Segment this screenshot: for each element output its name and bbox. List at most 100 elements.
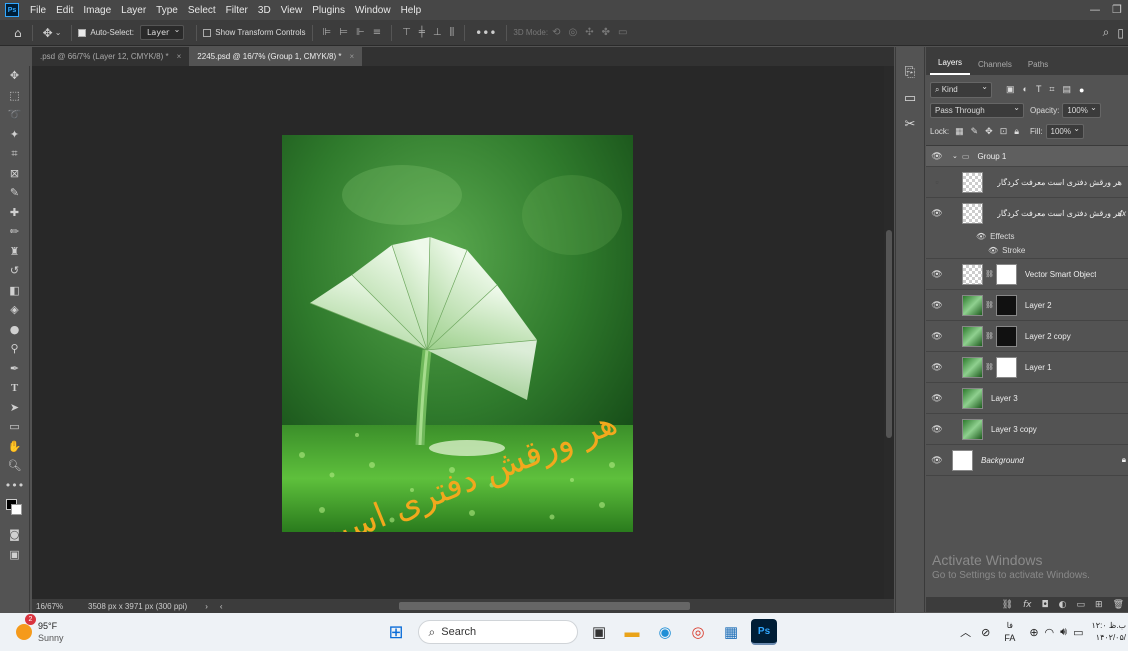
search-box[interactable]: ⌕ Search [417,620,578,644]
layer-mask-thumbnail[interactable] [995,294,1017,316]
effects-row[interactable]: 👁︎ Effects [926,229,1128,243]
visibility-eye-icon[interactable]: 👁︎ [926,269,948,280]
layer-mask-thumbnail[interactable] [995,263,1017,285]
dodge-tool-icon[interactable]: ⚲ [0,339,29,359]
visibility-eye-icon[interactable]: 👁︎ [926,455,948,466]
layer-row-calligraphy-1[interactable]: ▫ هر ورقش دفتری است معرفت کردگار [926,167,1128,198]
healing-brush-icon[interactable]: ✚ [0,203,29,223]
tools-panel-icon[interactable]: ✂ [896,111,924,137]
align-bottom-icon[interactable]: ⊥ [433,27,442,38]
eraser-icon[interactable]: ◧ [0,281,29,301]
chevron-down-icon[interactable]: ⌄ [952,152,958,160]
more-tools-icon[interactable]: ••• [0,476,29,496]
opacity-input[interactable]: 100% [1062,103,1101,118]
menu-image[interactable]: Image [78,5,116,16]
visibility-eye-icon[interactable]: ▫ [926,177,948,187]
file-explorer-icon[interactable]: ▬ [619,619,645,645]
document-canvas[interactable]: هر ورقش دفتری است معرفت کردگار [282,135,633,532]
menu-help[interactable]: Help [396,5,427,16]
fx-icon[interactable]: fx [1120,209,1126,218]
crop-tool-icon[interactable]: ⌗ [0,144,29,164]
more-options-icon[interactable]: ••• [475,26,496,40]
auto-select-target-dropdown[interactable]: Layer [139,25,185,40]
marquee-tool-icon[interactable]: ⬚ [0,86,29,106]
menu-edit[interactable]: Edit [51,5,78,16]
pen-tool-icon[interactable]: ✒ [0,359,29,379]
new-layer-icon[interactable]: ⊞ [1095,600,1103,610]
layer-row-calligraphy-2[interactable]: 👁︎ هر ورقش دفتری است معرفت کردگار fx [926,198,1128,229]
menu-file[interactable]: File [25,5,51,16]
visibility-eye-icon[interactable]: 👁︎ [926,151,948,162]
layer-row-layer-3-copy[interactable]: 👁︎ Layer 3 copy [926,414,1128,445]
language-indicator[interactable]: فا FA [1004,620,1015,644]
layer-row-vector-smart-object[interactable]: 👁︎ ⛓ Vector Smart Object [926,259,1128,290]
filter-toggle-icon[interactable]: ● [1079,85,1084,95]
task-view-icon[interactable]: ▣ [586,619,612,645]
comments-panel-icon[interactable]: ▭ [896,85,924,111]
visibility-eye-icon[interactable]: 👁︎ [926,393,948,404]
auto-select-checkbox[interactable] [78,28,87,37]
battery-icon[interactable]: ▭ [1073,626,1083,639]
align-middle-icon[interactable]: ╪ [419,27,425,38]
background-color-swatch[interactable] [11,504,22,515]
close-icon[interactable]: × [350,52,355,61]
delete-layer-icon[interactable]: 🗑︎ [1113,600,1124,610]
menu-type[interactable]: Type [151,5,183,16]
visibility-eye-icon[interactable]: 👁︎ [926,300,948,311]
visibility-eye-icon[interactable]: 👁︎ [926,331,948,342]
home-icon[interactable]: ⌂ [14,26,22,40]
layer-row-layer-3[interactable]: 👁︎ Layer 3 [926,383,1128,414]
visibility-eye-icon[interactable]: 👁︎ [926,424,948,435]
align-left-icon[interactable]: ⊫ [323,27,332,38]
magic-wand-icon[interactable]: ✦ [0,125,29,145]
move-tool-icon[interactable]: ✥ [43,26,53,40]
rectangle-tool-icon[interactable]: ▭ [0,417,29,437]
align-center-icon[interactable]: ⊨ [339,27,348,38]
close-icon[interactable]: × [177,52,182,61]
globe-icon[interactable]: ⊕ [1029,626,1038,639]
menu-filter[interactable]: Filter [221,5,253,16]
link-icon[interactable]: ⛓ [985,363,994,371]
layer-mask-thumbnail[interactable] [995,325,1017,347]
history-brush-icon[interactable]: ↺ [0,261,29,281]
stroke-effect-row[interactable]: 👁︎ Stroke [926,243,1128,259]
chevron-up-icon[interactable]: ︿ [960,624,971,640]
lasso-tool-icon[interactable]: ➰ [0,105,29,125]
menu-layer[interactable]: Layer [116,5,151,16]
quick-mask-icon[interactable]: ◙ [0,525,29,545]
link-layers-icon[interactable]: ⛓ [1002,600,1013,610]
photoshop-taskbar-icon[interactable]: Ps [751,619,778,645]
store-icon[interactable]: ▦ [718,619,744,645]
volume-icon[interactable]: 🔊︎ [1060,626,1067,639]
fx-icon[interactable]: fx [1023,600,1032,610]
edge-icon[interactable]: ◉ [652,619,678,645]
tab-channels[interactable]: Channels [970,60,1020,75]
visibility-eye-icon[interactable]: 👁︎ [926,208,948,219]
clock[interactable]: ۱۲:۰ ب.ظ ۱۴۰۲/۰۵/ [1092,620,1127,644]
visibility-eye-icon[interactable]: 👁︎ [926,362,948,373]
paint-bucket-icon[interactable]: ◈ [0,300,29,320]
wifi-icon[interactable]: ◠ [1045,626,1055,639]
new-group-icon[interactable]: ▭ [1077,600,1086,610]
3d-slide-icon[interactable]: ✤ [602,27,610,38]
workspace-icon[interactable]: ▯ [1117,26,1124,40]
3d-camera-icon[interactable]: ▭ [618,27,627,38]
align-right-icon[interactable]: ⊩ [356,27,365,38]
move-tool-icon[interactable]: ✥ [0,66,29,86]
color-swatches[interactable] [0,495,29,525]
distribute-vertical-icon[interactable]: ⫼ [450,27,455,38]
layer-mask-thumbnail[interactable] [995,356,1017,378]
start-icon[interactable]: ⊞ [383,619,409,645]
align-top-icon[interactable]: ⊤ [402,27,411,38]
adjustment-layer-icon[interactable]: ◐ [1059,600,1067,610]
brush-tool-icon[interactable]: ✏ [0,222,29,242]
blur-tool-icon[interactable]: ● [0,320,29,340]
filter-kind-dropdown[interactable]: ⌕ Kind [930,81,992,98]
minimize-icon[interactable]: — [1084,0,1106,20]
chevron-down-icon[interactable]: ⌄ [55,28,62,37]
3d-pan-icon[interactable]: ✣ [585,27,593,38]
menu-window[interactable]: Window [350,5,396,16]
restore-icon[interactable]: ❐ [1106,0,1128,20]
link-icon[interactable]: ⛓ [985,270,994,278]
visibility-eye-icon[interactable]: 👁︎ [988,246,998,255]
